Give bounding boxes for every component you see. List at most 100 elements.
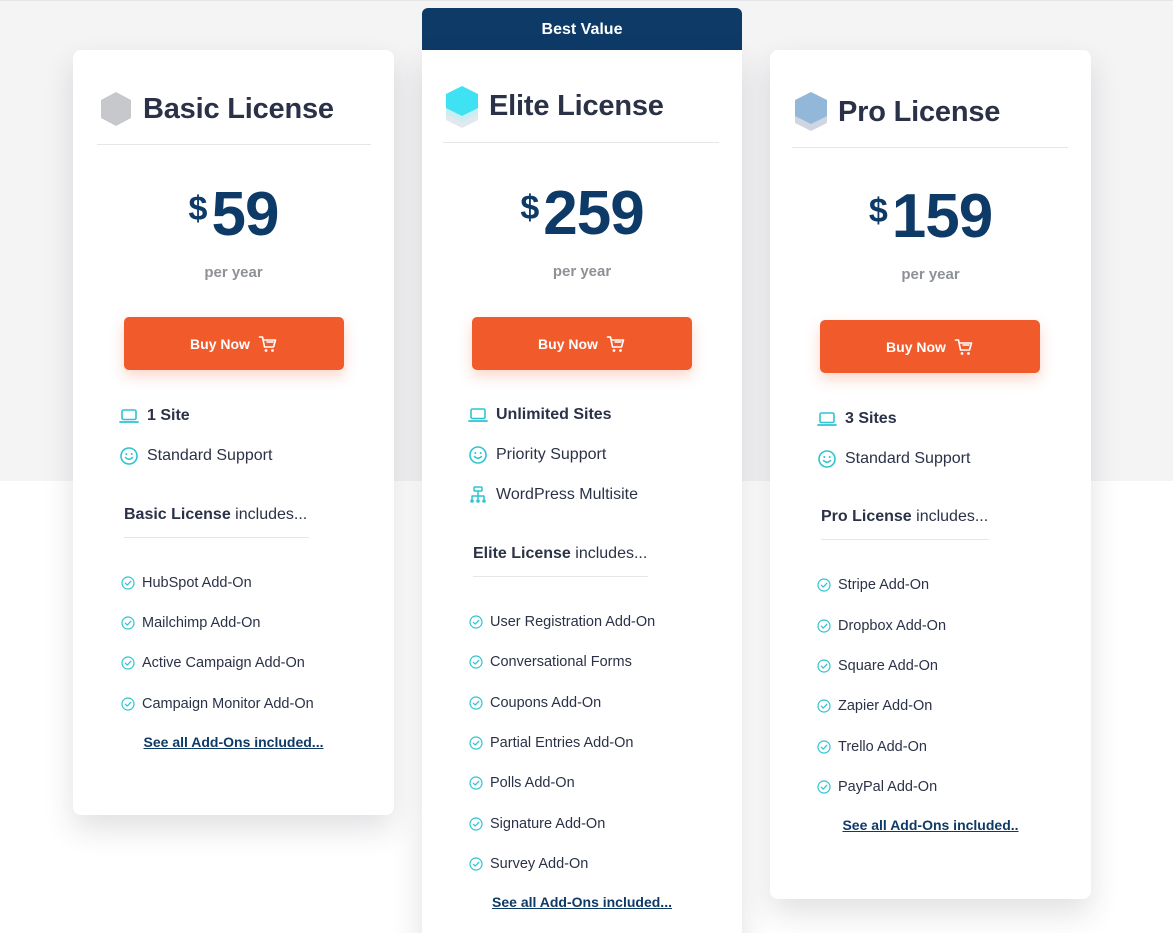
buy-now-label: Buy Now — [886, 338, 946, 355]
addon-label: Coupons Add-On — [490, 695, 602, 711]
includes-suffix: includes... — [230, 506, 308, 523]
price-period: per year — [901, 266, 960, 283]
feature-support: Standard Support — [119, 446, 272, 466]
see-all-addons-link[interactable]: See all Add-Ons included... — [73, 734, 394, 750]
buy-now-label: Buy Now — [538, 335, 598, 352]
hexagon-gray-icon — [101, 92, 131, 126]
addon-label: Zapier Add-On — [838, 698, 933, 714]
feature-label: Priority Support — [496, 446, 607, 463]
addon-item: Stripe Add-On — [817, 577, 929, 593]
addon-label: Partial Entries Add-On — [490, 735, 634, 751]
addon-label: Mailchimp Add-On — [142, 615, 261, 631]
see-all-addons-link[interactable]: See all Add-Ons included.. — [770, 817, 1091, 833]
laptop-icon — [119, 409, 139, 423]
addon-label: Dropbox Add-On — [838, 618, 947, 634]
addon-label: User Registration Add-On — [490, 614, 656, 630]
includes-suffix: includes... — [911, 508, 989, 525]
addon-item: Mailchimp Add-On — [121, 615, 260, 631]
check-circle-icon — [121, 616, 135, 630]
addon-item: Zapier Add-On — [817, 698, 932, 714]
feature-label: WordPress Multisite — [496, 486, 638, 503]
addon-label: HubSpot Add-On — [142, 575, 252, 591]
addon-item: Conversational Forms — [469, 654, 632, 670]
includes-suffix: includes... — [570, 545, 648, 562]
check-circle-icon — [469, 776, 483, 790]
includes-plan-name: Basic License — [124, 506, 231, 523]
addon-label: Trello Add-On — [838, 739, 927, 755]
addon-item: User Registration Add-On — [469, 614, 655, 630]
price: $ 159 — [770, 186, 1091, 248]
check-circle-icon — [817, 740, 831, 754]
smiley-icon — [469, 446, 487, 464]
network-icon — [470, 486, 486, 503]
addon-item: Partial Entries Add-On — [469, 735, 633, 751]
addon-item: Polls Add-On — [469, 775, 575, 791]
card-header: Pro License — [792, 77, 1068, 148]
check-circle-icon — [817, 659, 831, 673]
addon-item: Survey Add-On — [469, 856, 588, 872]
pricing-card-pro: Pro License $ 159 per year Buy Now 3 Sit… — [770, 50, 1091, 899]
check-circle-icon — [817, 619, 831, 633]
addon-item: Coupons Add-On — [469, 695, 601, 711]
price-period: per year — [204, 264, 263, 281]
best-value-badge: Best Value — [422, 8, 742, 52]
see-all-addons-link[interactable]: See all Add-Ons included... — [422, 894, 742, 910]
smiley-icon — [120, 447, 138, 465]
addon-item: HubSpot Add-On — [121, 575, 252, 591]
buy-now-button[interactable]: Buy Now — [472, 317, 692, 370]
card-header: Elite License — [443, 71, 719, 143]
price-currency: $ — [520, 189, 540, 227]
check-circle-icon — [121, 697, 135, 711]
addon-label: PayPal Add-On — [838, 779, 938, 795]
addon-item: Dropbox Add-On — [817, 618, 946, 634]
buy-now-button[interactable]: Buy Now — [820, 320, 1040, 373]
laptop-icon — [468, 408, 488, 422]
plan-title: Elite License — [489, 90, 664, 122]
laptop-icon — [817, 412, 837, 426]
check-circle-icon — [469, 857, 483, 871]
addon-label: Polls Add-On — [490, 775, 575, 791]
card-header: Basic License — [97, 74, 371, 145]
check-circle-icon — [817, 578, 831, 592]
check-circle-icon — [469, 817, 483, 831]
check-circle-icon — [469, 615, 483, 629]
cart-icon — [258, 335, 277, 352]
addon-item: Signature Add-On — [469, 816, 605, 832]
addon-item: Active Campaign Add-On — [121, 655, 305, 671]
addon-item: Trello Add-On — [817, 739, 927, 755]
cart-icon — [954, 338, 973, 355]
price-period: per year — [552, 263, 612, 280]
feature-label: Standard Support — [147, 447, 273, 464]
plan-title: Basic License — [143, 92, 334, 125]
check-circle-icon — [469, 655, 483, 669]
check-circle-icon — [817, 780, 831, 794]
feature-label: Standard Support — [845, 450, 971, 467]
feature-label: 3 Sites — [845, 410, 897, 427]
check-circle-icon — [121, 576, 135, 590]
includes-heading: Basic License includes... — [124, 506, 309, 538]
hexagon-stack-blue-icon — [795, 92, 827, 131]
addon-label: Stripe Add-On — [838, 577, 930, 593]
hexagon-stack-cyan-icon — [446, 85, 478, 128]
feature-sites: Unlimited Sites — [468, 405, 612, 425]
addon-label: Campaign Monitor Add-On — [142, 696, 314, 712]
buy-now-button[interactable]: Buy Now — [124, 317, 344, 370]
check-circle-icon — [469, 736, 483, 750]
feature-support: Priority Support — [468, 445, 606, 465]
includes-heading: Pro License includes... — [821, 508, 989, 540]
includes-heading: Elite License includes... — [473, 545, 648, 577]
includes-plan-name: Pro License — [821, 508, 912, 525]
check-circle-icon — [121, 656, 135, 670]
price: $ 59 — [73, 184, 394, 246]
addon-label: Conversational Forms — [490, 654, 632, 670]
plan-title: Pro License — [838, 95, 1001, 128]
price: $ 259 — [422, 183, 742, 245]
addon-item: PayPal Add-On — [817, 779, 937, 795]
pricing-card-basic: Basic License $ 59 per year Buy Now 1 Si… — [73, 50, 394, 815]
addon-item: Square Add-On — [817, 658, 938, 674]
feature-sites: 1 Site — [119, 406, 190, 426]
feature-sites: 3 Sites — [817, 409, 897, 429]
check-circle-icon — [817, 699, 831, 713]
price-amount: 59 — [211, 180, 279, 249]
price-currency: $ — [868, 192, 888, 230]
